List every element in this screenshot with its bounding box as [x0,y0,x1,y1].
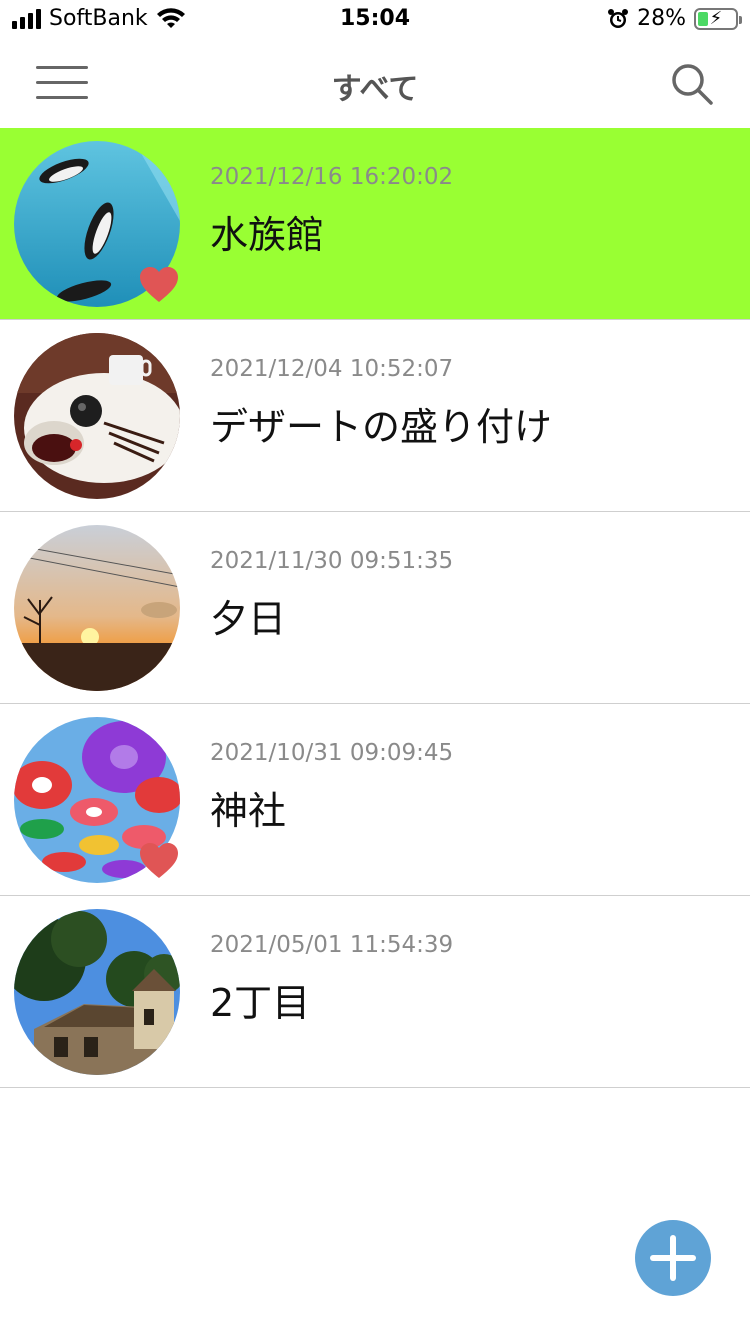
entry-title: 神社 [210,789,287,833]
entry-title: デザートの盛り付け [210,405,553,449]
thumbnail-house [14,909,180,1075]
list-item-aquarium[interactable]: 2021/12/16 16:20:02 水族館 [0,128,750,320]
search-icon[interactable] [670,62,714,106]
entry-date: 2021/10/31 09:09:45 [210,740,454,766]
list-item-dessert[interactable]: 2021/12/04 10:52:07 デザートの盛り付け [0,320,750,512]
favorite-heart-icon[interactable] [138,266,180,304]
list-item-sunset[interactable]: 2021/11/30 09:51:35 夕日 [0,512,750,704]
entry-list: 2021/12/16 16:20:02 水族館 2021/12/04 10:52… [0,128,750,1088]
entry-date: 2021/12/04 10:52:07 [210,356,454,382]
page-title: すべて [331,72,419,107]
entry-title: 夕日 [210,597,287,641]
entry-date: 2021/05/01 11:54:39 [210,932,454,958]
entry-title: 水族館 [210,213,325,257]
entry-date: 2021/11/30 09:51:35 [210,548,454,574]
list-item-2chome[interactable]: 2021/05/01 11:54:39 2丁目 [0,896,750,1088]
favorite-heart-icon[interactable] [138,842,180,880]
thumbnail-dessert [14,333,180,499]
entry-title: 2丁目 [210,981,311,1025]
entry-date: 2021/12/16 16:20:02 [210,164,454,190]
thumbnail-sunset [14,525,180,691]
battery-percent: 28% [637,6,686,31]
nav-bar: すべて [0,40,750,128]
status-bar: SoftBank 15:04 28% ⚡ [0,0,750,40]
plus-icon [650,1235,696,1281]
add-button[interactable] [635,1220,711,1296]
alarm-icon [608,8,629,28]
battery-charging-icon: ⚡ [694,7,742,30]
list-item-shrine[interactable]: 2021/10/31 09:09:45 神社 [0,704,750,896]
